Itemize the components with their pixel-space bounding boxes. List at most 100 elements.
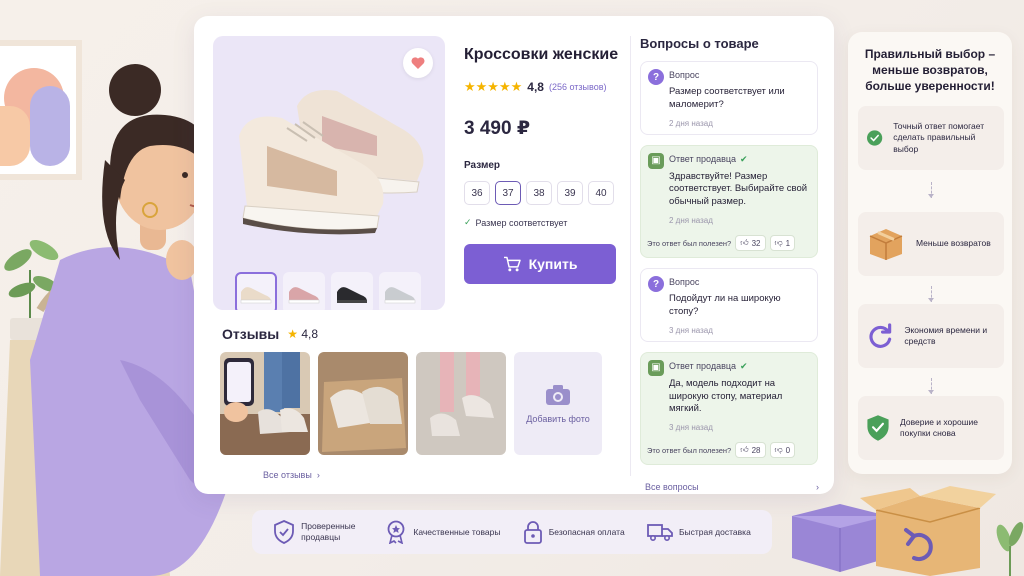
- helpful-row: Это ответ был полезен? 👍︎ 32 👎︎ 1: [647, 235, 809, 252]
- chevron-right-icon: ›: [314, 470, 320, 480]
- question-text: Подойдут ли на широкую стопу?: [669, 293, 781, 317]
- connector: [928, 182, 934, 198]
- product-gallery[interactable]: [213, 36, 445, 310]
- size-option-40[interactable]: 40: [588, 181, 614, 205]
- rating-stars-icon: ★★★★★: [464, 79, 523, 94]
- sneaker-icon: [240, 287, 272, 304]
- size-selector: 36 37 38 39 40: [464, 181, 620, 205]
- review-photos: Добавить фото: [220, 352, 602, 455]
- question-label: Вопрос: [669, 277, 700, 288]
- all-reviews-link[interactable]: Все отзывы ›: [263, 470, 320, 480]
- trust-item-payment: Безопасная оплата: [523, 520, 625, 544]
- sneaker-icon: [288, 287, 320, 304]
- rating-value: 4,8: [527, 80, 544, 94]
- trust-item-delivery: Быстрая доставка: [647, 522, 751, 542]
- connector: [928, 286, 934, 302]
- add-photo-button[interactable]: Добавить фото: [514, 352, 602, 455]
- helpful-question: Это ответ был полезен?: [647, 238, 732, 248]
- lock-icon: [523, 521, 542, 544]
- trust-label: Качественные товары: [413, 527, 501, 537]
- thumbs-up-button[interactable]: 👍︎ 28: [735, 442, 766, 459]
- thumbs-up-icon: 👍︎: [740, 238, 749, 248]
- buy-button-label: Купить: [528, 256, 578, 272]
- size-option-37[interactable]: 37: [495, 181, 521, 205]
- reviews-rating: ★ 4,8: [287, 327, 318, 341]
- question-card[interactable]: ? Вопрос Размер соответствует или маломе…: [640, 61, 818, 135]
- benefit-text: Экономия времени и средств: [904, 324, 988, 346]
- buy-button[interactable]: Купить: [464, 244, 616, 284]
- thumbs-up-icon: 👍︎: [740, 445, 749, 455]
- trust-label: Безопасная оплата: [548, 527, 625, 537]
- verified-icon: ✔: [740, 153, 748, 164]
- reviews-rating-value: 4,8: [301, 327, 319, 341]
- product-info: Кроссовки женские ★★★★★ 4,8 (256 отзывов…: [464, 46, 620, 284]
- answer-text: Да, модель подходит на широкую стопу, ма…: [669, 377, 783, 415]
- trust-item-quality: Качественные товары: [385, 520, 500, 544]
- shield-check-icon: [867, 415, 889, 441]
- benefit-text: Доверие и хорошие покупки снова: [900, 416, 979, 438]
- trust-label: Проверенные продавцы: [301, 520, 356, 542]
- questions-section: Вопросы о товаре ? Вопрос Размер соответ…: [640, 36, 818, 475]
- cart-icon: [503, 256, 521, 272]
- answer-card: ▣ Ответ продавца ✔ Здравствуйте! Размер …: [640, 144, 818, 259]
- verified-icon: ✔: [740, 360, 748, 371]
- question-label: Вопрос: [669, 70, 700, 80]
- thumbs-up-count: 28: [751, 445, 761, 455]
- question-text: Размер соответствует или маломерит?: [669, 86, 785, 110]
- review-photo[interactable]: [220, 352, 310, 455]
- fit-note: ✓ Размер соответствует: [464, 217, 620, 228]
- review-photo[interactable]: [416, 352, 506, 455]
- benefit-trust: Доверие и хорошие покупки снова: [858, 396, 1004, 460]
- thumbs-down-button[interactable]: 👎︎ 1: [769, 235, 796, 252]
- answer-label-text: Ответ продавца: [669, 361, 737, 372]
- benefit-text: Точный ответ помогает сделать правильный…: [893, 120, 985, 154]
- shield-check-icon: [274, 520, 295, 544]
- thumbs-down-button[interactable]: 👎︎ 0: [769, 442, 796, 459]
- thumbnail-beige[interactable]: [235, 272, 277, 310]
- trust-item-sellers: Проверенные продавцы: [273, 520, 363, 544]
- size-option-36[interactable]: 36: [464, 181, 490, 205]
- question-date: 2 дня назад: [669, 118, 713, 128]
- question-card[interactable]: ? Вопрос Подойдут ли на широкую стопу? 3…: [640, 268, 818, 342]
- benefit-text: Меньше возвратов: [916, 238, 991, 249]
- review-photo[interactable]: [318, 352, 408, 455]
- benefits-title: Правильный выбор – меньше возвратов, бол…: [864, 47, 996, 94]
- questions-title: Вопросы о товаре: [640, 36, 759, 51]
- product-title: Кроссовки женские: [464, 46, 619, 63]
- benefit-saving-time: Экономия времени и средств: [858, 304, 1004, 368]
- reviews-count-link[interactable]: (256 отзывов): [549, 82, 607, 92]
- shop-icon: ▣: [648, 152, 664, 169]
- thumbs-up-button[interactable]: 👍︎ 32: [735, 235, 766, 252]
- size-option-39[interactable]: 39: [557, 181, 583, 205]
- question-icon: ?: [648, 276, 664, 293]
- product-price: 3 490 ₽: [464, 118, 531, 139]
- reviews-header: Отзывы ★ 4,8: [222, 326, 318, 342]
- thumbnail-pink[interactable]: [283, 272, 325, 310]
- answer-card: ▣ Ответ продавца ✔ Да, модель подходит н…: [640, 351, 818, 466]
- thumbnail-black[interactable]: [331, 272, 373, 310]
- helpful-question: Это ответ был полезен?: [647, 445, 732, 455]
- thumbs-down-count: 1: [785, 238, 791, 248]
- question-icon: ?: [648, 69, 664, 85]
- question-date: 3 дня назад: [669, 325, 713, 335]
- add-photo-label: Добавить фото: [526, 413, 590, 424]
- size-label: Размер: [464, 160, 501, 171]
- answer-label: Ответ продавца ✔: [669, 154, 809, 165]
- product-rating: ★★★★★ 4,8 (256 отзывов): [464, 79, 620, 95]
- thumbs-down-count: 0: [785, 445, 791, 455]
- product-main-image: [239, 90, 424, 235]
- camera-icon: [546, 384, 570, 405]
- benefit-accurate-answer: Точный ответ помогает сделать правильный…: [858, 106, 1004, 170]
- answer-date: 2 дня назад: [669, 216, 713, 226]
- check-icon: ✓: [464, 217, 472, 227]
- thumbnail-grey[interactable]: [379, 272, 421, 310]
- fit-note-text: Размер соответствует: [475, 217, 568, 228]
- helpful-row: Это ответ был полезен? 👍︎ 28 👎︎ 0: [647, 442, 809, 459]
- all-questions-label: Все вопросы: [645, 482, 699, 492]
- quality-badge-icon: [387, 520, 405, 544]
- size-option-38[interactable]: 38: [526, 181, 552, 205]
- refresh-icon: [869, 323, 892, 348]
- sneaker-icon: [384, 287, 416, 304]
- thumbs-down-icon: 👎︎: [774, 445, 783, 455]
- benefit-fewer-returns: Меньше возвратов: [858, 212, 1004, 276]
